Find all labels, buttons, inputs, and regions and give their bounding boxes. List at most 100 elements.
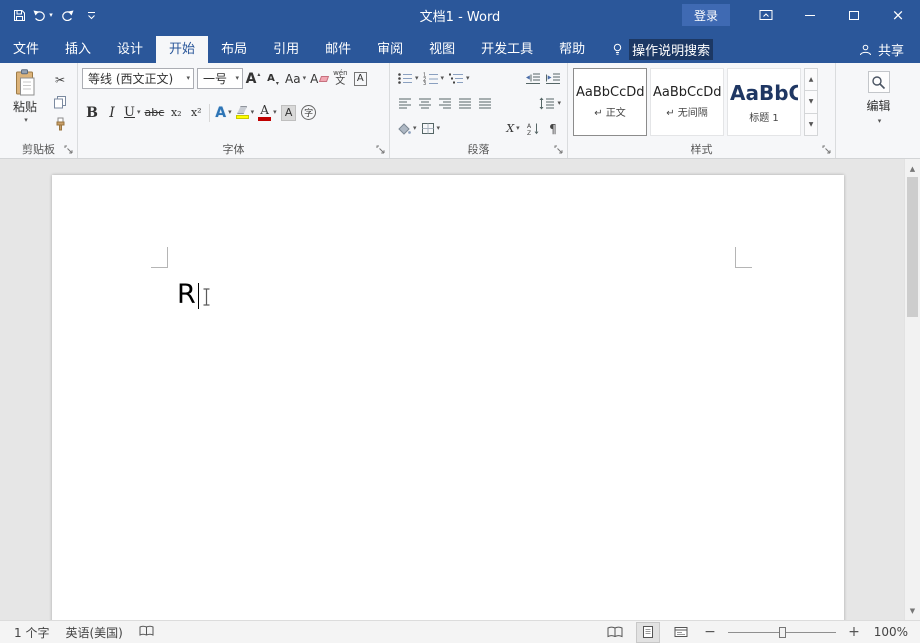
maximize-button[interactable] [832,0,876,30]
underline-button[interactable]: U▾ [122,102,142,124]
bullets-button[interactable]: ▾ [395,68,421,90]
tell-me-label: 操作说明搜索 [629,39,713,60]
increase-indent-button[interactable] [543,68,563,90]
sign-in-button[interactable]: 登录 [682,4,730,26]
grow-font-button[interactable]: A▴ [243,68,263,90]
minimize-button[interactable] [788,0,832,30]
tab-layout[interactable]: 布局 [208,36,260,63]
close-button[interactable]: × [876,0,920,30]
enclose-characters-button[interactable]: 字 [299,102,319,124]
superscript-button[interactable]: x² [186,102,206,124]
numbering-button[interactable]: 123 ▾ [421,68,447,90]
save-button[interactable] [8,3,30,27]
show-hide-marks-button[interactable]: ¶ [543,118,563,140]
web-layout-button[interactable] [670,623,692,642]
phonetic-guide-button[interactable]: wén文 [330,68,350,90]
shading-button[interactable]: ▾ [395,118,419,140]
bold-button[interactable]: B [82,102,102,124]
undo-button[interactable]: ▾ [32,3,54,27]
zoom-level[interactable]: 100% [872,625,908,639]
borders-button[interactable]: ▾ [419,118,443,140]
align-center-button[interactable] [415,93,435,115]
tab-home[interactable]: 开始 [156,36,208,63]
tab-references[interactable]: 引用 [260,36,312,63]
sort-button[interactable]: AZ [523,118,543,140]
font-size-select[interactable]: 一号 ▾ [197,68,243,89]
character-shading-button[interactable]: A [279,102,299,124]
customize-qat-button[interactable] [80,3,102,27]
clear-formatting-button[interactable]: A [308,68,330,90]
document-text[interactable]: R [177,281,196,309]
word-count-status[interactable]: 1 个字 [14,624,49,641]
format-painter-button[interactable] [49,115,71,133]
tab-design[interactable]: 设计 [104,36,156,63]
tab-developer[interactable]: 开发工具 [468,36,546,63]
maximize-icon [849,11,859,20]
scrollbar-thumb[interactable] [907,177,918,317]
asian-layout-icon: X [506,122,514,135]
share-button[interactable]: 共享 [859,36,920,63]
cut-button[interactable]: ✂ [49,71,71,89]
zoom-slider[interactable] [728,624,836,640]
text-effects-button[interactable]: A▾ [213,102,233,124]
tab-view[interactable]: 视图 [416,36,468,63]
document-page[interactable]: R [52,175,844,620]
style-heading-1[interactable]: AaBbCcDd 标题 1 [727,68,801,136]
font-color-button[interactable]: A ▾ [256,102,279,124]
ribbon-display-options-button[interactable] [744,0,788,30]
scroll-up-button[interactable]: ▲ [905,161,920,176]
tab-review[interactable]: 审阅 [364,36,416,63]
language-status[interactable]: 英语(美国) [65,624,122,641]
paste-button[interactable]: 粘贴 ▾ [4,66,46,141]
tab-insert[interactable]: 插入 [52,36,104,63]
align-right-button[interactable] [435,93,455,115]
tell-me-search[interactable]: 操作说明搜索 [612,36,713,63]
proofing-status-button[interactable] [139,625,154,640]
shrink-font-icon: A [267,73,275,84]
paragraph-dialog-launcher[interactable] [553,144,565,156]
distribute-button[interactable] [475,93,495,115]
font-group: 等线 (西文正文) ▾ 一号 ▾ A▴ A▾ Aa▾ A wén文 A B I … [78,63,390,158]
clipboard-dialog-launcher[interactable] [63,144,75,156]
copy-button[interactable] [49,93,71,111]
ribbon-display-options-icon [759,9,773,21]
tab-help[interactable]: 帮助 [546,36,598,63]
style-normal[interactable]: AaBbCcDd ↵ 正文 [573,68,647,136]
shrink-font-button[interactable]: A▾ [263,68,283,90]
styles-more-button[interactable]: ▼ [805,113,817,135]
zoom-in-button[interactable]: + [847,624,861,640]
vertical-scrollbar[interactable]: ▲ ▼ [904,159,920,620]
font-name-select[interactable]: 等线 (西文正文) ▾ [82,68,194,89]
print-layout-button[interactable] [637,623,659,642]
editing-button[interactable]: 编辑 ▾ [851,71,907,125]
strikethrough-button[interactable]: abc [142,102,166,124]
style-no-spacing[interactable]: AaBbCcDd ↵ 无间隔 [650,68,724,136]
asian-layout-button[interactable]: X▾ [503,118,523,140]
redo-button[interactable] [56,3,78,27]
italic-button[interactable]: I [102,102,122,124]
read-mode-button[interactable] [604,623,626,642]
character-border-button[interactable]: A [350,68,370,90]
multilevel-list-button[interactable]: ▾ [446,68,472,90]
style-preview: AaBbCcDd [730,81,798,105]
subscript-button[interactable]: x₂ [166,102,186,124]
styles-scroll-up-button[interactable]: ▲ [805,69,817,90]
zoom-out-button[interactable]: − [703,624,717,640]
tab-file[interactable]: 文件 [0,36,52,63]
align-left-button[interactable] [395,93,415,115]
scroll-down-button[interactable]: ▼ [905,603,920,618]
decrease-indent-button[interactable] [523,68,543,90]
styles-dialog-launcher[interactable] [821,144,833,156]
styles-scroll-down-button[interactable]: ▼ [805,90,817,112]
font-dialog-launcher[interactable] [375,144,387,156]
dialog-launcher-icon [822,145,832,155]
zoom-slider-thumb[interactable] [779,627,786,638]
line-spacing-button[interactable]: ▾ [536,93,563,115]
justify-button[interactable] [455,93,475,115]
styles-group-label: 样式 [568,141,835,157]
change-case-button[interactable]: Aa▾ [283,68,308,90]
text-highlight-button[interactable]: ▾ [234,102,257,124]
tab-mailings[interactable]: 邮件 [312,36,364,63]
document-area[interactable]: R ▲ ▼ [0,159,920,620]
style-name: ↵ 正文 [594,104,626,119]
